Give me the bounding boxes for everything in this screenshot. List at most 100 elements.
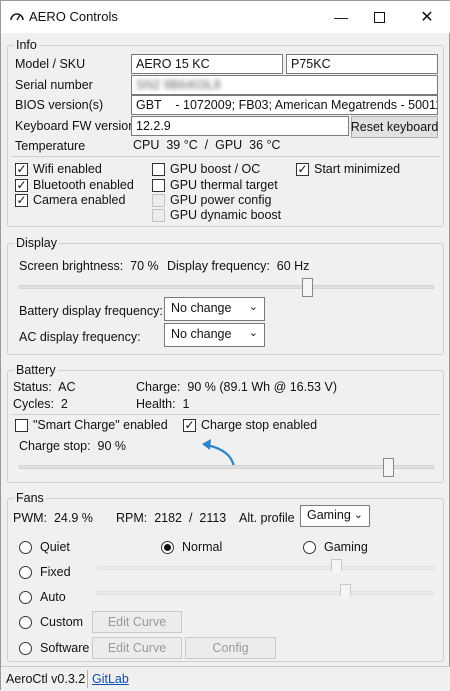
fan-mode-auto-label: Auto xyxy=(40,590,66,604)
start-minimized-label: Start minimized xyxy=(314,162,401,176)
check-icon: ✓ xyxy=(296,162,309,176)
title-bar[interactable]: AERO Controls — ✕ xyxy=(1,1,450,33)
battery-separator xyxy=(11,414,440,415)
charge-stop-checkbox[interactable]: ✓ Charge stop enabled xyxy=(183,418,317,432)
model-label: Model / SKU xyxy=(15,57,86,71)
gpu-boost-checkbox[interactable]: GPU boost / OC xyxy=(152,162,260,176)
fan-mode-gaming-label: Gaming xyxy=(324,540,368,554)
close-button[interactable]: ✕ xyxy=(405,1,449,33)
window-title: AERO Controls xyxy=(29,9,118,24)
close-icon: ✕ xyxy=(420,9,434,26)
gpu-power-checkbox[interactable]: GPU power config xyxy=(152,193,271,207)
charge-stop-text: Charge stop: 90 % xyxy=(19,439,127,453)
serial-field[interactable]: SN2 9B6403L8 xyxy=(131,75,438,95)
display-group-label: Display xyxy=(14,236,59,250)
alt-profile-select[interactable]: Gaming ⌄ xyxy=(300,505,370,527)
fixed-speed-slider-track[interactable] xyxy=(97,566,434,570)
battery-cycles: Cycles: 2 xyxy=(13,397,68,411)
smart-charge-checkbox[interactable]: "Smart Charge" enabled xyxy=(15,418,168,432)
temperature-label: Temperature xyxy=(15,139,86,153)
status-divider xyxy=(87,670,88,688)
gitlab-link[interactable]: GitLab xyxy=(92,672,129,686)
camera-label: Camera enabled xyxy=(33,193,126,207)
info-group-label: Info xyxy=(14,38,39,52)
battery-freq-select[interactable]: No change ⌄ xyxy=(164,297,265,321)
fan-mode-normal-label: Normal xyxy=(182,540,223,554)
check-icon: ✓ xyxy=(15,178,28,192)
alt-profile-label: Alt. profile xyxy=(239,511,295,525)
ac-freq-select[interactable]: No change ⌄ xyxy=(164,323,265,347)
info-separator xyxy=(11,156,440,157)
wifi-label: Wifi enabled xyxy=(33,162,102,176)
wifi-checkbox[interactable]: ✓ Wifi enabled xyxy=(15,162,102,176)
battery-status: Status: AC xyxy=(13,380,76,394)
fan-pwm: PWM: 24.9 % xyxy=(13,511,93,525)
charge-stop-label: Charge stop enabled xyxy=(201,418,318,432)
software-edit-curve-button[interactable]: Edit Curve xyxy=(92,637,182,659)
brightness-text: Screen brightness: 70 % xyxy=(19,259,159,273)
app-window: AERO Controls — ✕ Info Model / SKU AERO … xyxy=(0,0,450,691)
camera-checkbox[interactable]: ✓ Camera enabled xyxy=(15,193,125,207)
battery-freq-value: No change xyxy=(171,301,232,315)
battery-health: Health: 1 xyxy=(136,397,190,411)
fan-mode-normal-radio[interactable]: Normal xyxy=(161,540,222,554)
fan-mode-gaming-radio[interactable]: Gaming xyxy=(303,540,368,554)
model-field[interactable]: AERO 15 KC xyxy=(131,54,283,74)
chevron-down-icon: ⌄ xyxy=(248,301,258,313)
serial-value: SN2 9B6403L8 xyxy=(136,78,221,92)
temperature-value: CPU 39 °C / GPU 36 °C xyxy=(133,138,281,152)
check-icon: ✓ xyxy=(15,193,28,207)
maximize-icon xyxy=(373,11,385,23)
keyboard-fw-label: Keyboard FW version xyxy=(15,119,136,133)
version-text: AeroCtl v0.3.2 xyxy=(6,672,86,686)
gpu-thermal-label: GPU thermal target xyxy=(170,178,278,192)
fan-mode-custom-label: Custom xyxy=(40,615,84,629)
fan-rpm: RPM: 2182 / 2113 xyxy=(116,511,227,525)
fan-mode-fixed-radio[interactable]: Fixed xyxy=(19,565,71,579)
bluetooth-label: Bluetooth enabled xyxy=(33,178,134,192)
start-minimized-checkbox[interactable]: ✓ Start minimized xyxy=(296,162,400,176)
fan-mode-quiet-radio[interactable]: Quiet xyxy=(19,540,70,554)
gpu-power-label: GPU power config xyxy=(170,193,272,207)
fan-mode-software-label: Software xyxy=(40,641,90,655)
battery-charge: Charge: 90 % (89.1 Wh @ 16.53 V) xyxy=(136,380,337,394)
chevron-down-icon: ⌄ xyxy=(353,509,363,521)
fans-group-label: Fans xyxy=(14,491,46,505)
ac-freq-value: No change xyxy=(171,327,232,341)
fan-mode-quiet-label: Quiet xyxy=(40,540,70,554)
gpu-boost-label: GPU boost / OC xyxy=(170,162,261,176)
charge-stop-slider-thumb[interactable] xyxy=(382,458,394,477)
fan-mode-auto-radio[interactable]: Auto xyxy=(19,590,66,604)
battery-freq-label: Battery display frequency: xyxy=(19,304,163,318)
check-icon: ✓ xyxy=(183,418,196,432)
keyboard-fw-field[interactable]: 12.2.9 xyxy=(131,116,349,136)
gpu-dynamic-label: GPU dynamic boost xyxy=(170,208,282,222)
ac-freq-label: AC display frequency: xyxy=(19,330,141,344)
auto-speed-slider-track[interactable] xyxy=(97,591,434,595)
maximize-button[interactable] xyxy=(357,1,401,33)
battery-group-label: Battery xyxy=(14,363,58,377)
bios-label: BIOS version(s) xyxy=(15,98,104,112)
gpu-dynamic-checkbox[interactable]: GPU dynamic boost xyxy=(152,208,281,222)
gauge-icon xyxy=(10,13,24,21)
gpu-thermal-checkbox[interactable]: GPU thermal target xyxy=(152,178,278,192)
brightness-slider-track[interactable] xyxy=(19,285,434,289)
edit-curve-button[interactable]: Edit Curve xyxy=(92,611,182,633)
serial-label: Serial number xyxy=(15,78,93,92)
bios-field[interactable]: GBT - 1072009; FB03; American Megatrends… xyxy=(131,95,438,115)
brightness-slider-thumb[interactable] xyxy=(301,278,313,297)
bluetooth-checkbox[interactable]: ✓ Bluetooth enabled xyxy=(15,178,134,192)
fan-mode-custom-radio[interactable]: Custom xyxy=(19,615,83,629)
reset-keyboard-button[interactable]: Reset keyboard xyxy=(351,116,438,138)
fan-mode-fixed-label: Fixed xyxy=(40,565,71,579)
sku-field[interactable]: P75KC xyxy=(286,54,438,74)
charge-stop-slider-track[interactable] xyxy=(19,465,434,469)
smart-charge-label: "Smart Charge" enabled xyxy=(33,418,168,432)
config-button[interactable]: Config xyxy=(185,637,276,659)
fan-mode-software-radio[interactable]: Software xyxy=(19,641,89,655)
chevron-down-icon: ⌄ xyxy=(248,327,258,339)
frequency-text: Display frequency: 60 Hz xyxy=(167,259,310,273)
status-bar: AeroCtl v0.3.2 GitLab xyxy=(1,666,450,691)
minimize-icon: — xyxy=(334,9,348,25)
radio-selected-icon xyxy=(164,543,171,551)
